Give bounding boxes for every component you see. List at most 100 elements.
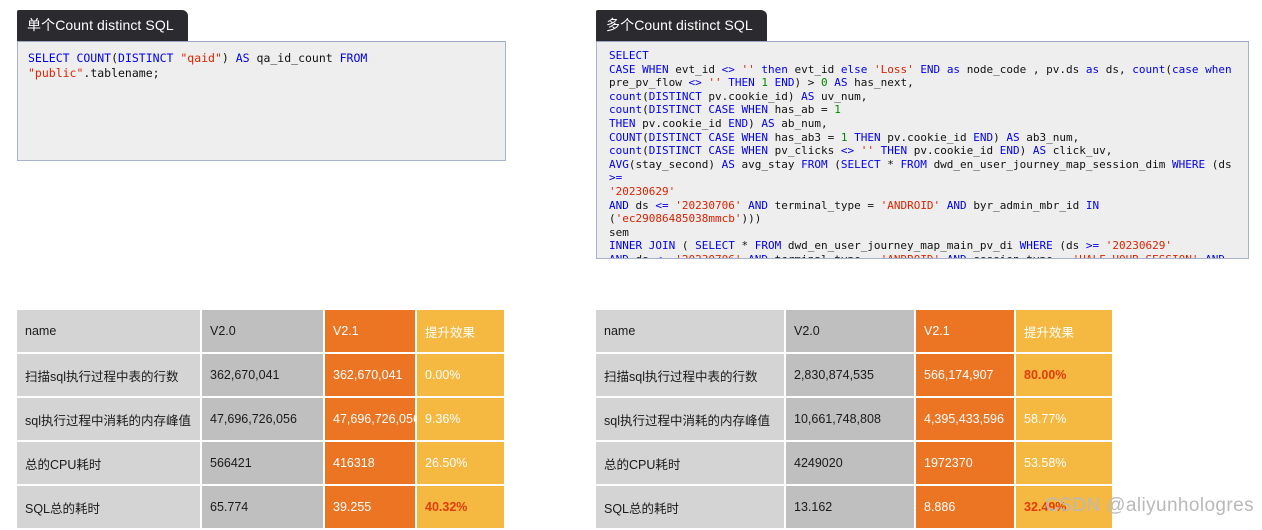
table-row: 扫描sql执行过程中表的行数 362,670,041 362,670,041 0.00… [17,354,504,396]
sql-panel-single-tab: 单个Count distinct SQL [17,10,188,41]
code-token: ds [635,198,656,212]
code-token: dwd_en_user_journey_map_main_pv_di [787,239,1020,253]
table-header-row: name V2.0 V2.1 提升效果 [17,310,504,352]
code-token: 1 [834,103,841,117]
table-row: sql执行过程中消耗的内存峰值 47,696,726,056 47,696,726,… [17,398,504,440]
code-token: ( [111,51,119,65]
sql-panel-single: 单个Count distinct SQL SELECT COUNT(DISTIN… [17,10,506,161]
code-token: terminal_type = [775,253,881,258]
code-token: >= [1085,239,1106,253]
code-token: * [887,157,901,171]
code-token: WHERE [1019,239,1060,253]
sql-panel-multi-tab: 多个Count distinct SQL [596,10,767,41]
code-token: '' [741,62,762,76]
code-token: ab3_num, [1026,130,1080,144]
code-token: then [761,62,795,76]
code-token: ))) [741,212,762,226]
cell-v21: 362,670,041 [325,354,417,396]
cell-name: SQL总的耗时 [17,486,202,528]
code-token: 1 [761,76,775,90]
code-token: ( [642,89,649,103]
code-token: AND [609,253,636,258]
perf-table-single-head: name V2.0 V2.1 提升效果 [17,310,504,352]
code-token: DISTINCT [118,51,181,65]
code-token: ) [993,130,1007,144]
code-token: pv_clicks [774,144,841,158]
code-token: byr_admin_mbr_id [973,198,1086,212]
cell-gain: 80.00% [1016,354,1112,396]
column-header-v20: V2.0 [202,310,325,352]
cell-v20: 566421 [202,442,325,484]
code-token: node_code , pv.ds [966,62,1086,76]
code-token: DISTINCT [648,89,709,103]
table-row: 总的CPU耗时 566421 416318 26.50% [17,442,504,484]
code-token: '20230706' [675,253,748,258]
cell-v21: 566,174,907 [916,354,1016,396]
perf-table-multi: name V2.0 V2.1 提升效果 扫描sql执行过程中表的行数 2,830,874… [596,308,1112,530]
code-token: 'HALF_HOUR_SESSION' [1073,253,1205,258]
code-token: <> [840,144,861,158]
code-token: sem [609,225,629,239]
code-token: AS [801,89,821,103]
cell-name: 总的CPU耗时 [17,442,202,484]
code-token: ) [221,51,236,65]
cell-v20: 13.162 [786,486,916,528]
code-token: as [1085,62,1106,76]
cell-gain: 32.49% [1016,486,1112,528]
code-token: count [609,89,643,103]
code-token: count [609,144,643,158]
code-token: * [741,239,755,253]
code-token: THEN [609,116,643,130]
table-row: sql执行过程中消耗的内存峰值 10,661,748,808 4,395,433,5… [596,398,1112,440]
code-token: SELECT [840,157,888,171]
code-token: 1 [840,130,855,144]
cell-gain: 9.36% [417,398,504,440]
cell-v20: 2,830,874,535 [786,354,916,396]
code-token: avg_stay [741,157,802,171]
code-token: "public" [28,66,84,80]
cell-v21: 4,395,433,596 [916,398,1016,440]
sql-code-single[interactable]: SELECT COUNT(DISTINCT "qaid") AS qa_id_c… [17,41,506,161]
cell-name: 总的CPU耗时 [596,442,786,484]
code-token: ( [642,103,649,117]
code-token: count [609,103,643,117]
code-token: terminal_type = [774,198,881,212]
cell-v20: 47,696,726,056 [202,398,325,440]
code-token: DISTINCT CASE WHEN [648,103,775,117]
table-row: 总的CPU耗时 4249020 1972370 53.58% [596,442,1112,484]
table-row: SQL总的耗时 13.162 8.886 32.49% [596,486,1112,528]
code-token: WHERE [1171,157,1212,171]
code-token: <= [655,253,675,258]
code-token: '' [860,144,881,158]
code-token: 'ec29086485038mmcb' [615,212,742,226]
perf-table-single: name V2.0 V2.1 提升效果 扫描sql执行过程中表的行数 362,670,0… [17,308,504,530]
code-token: '20230629' [1105,239,1172,253]
code-token: uv_num, [820,89,868,103]
cell-gain: 0.00% [417,354,504,396]
cell-name: sql执行过程中消耗的内存峰值 [596,398,786,440]
code-token: ) [1019,144,1033,158]
cell-v21: 47,696,726,056 [325,398,417,440]
sql-code-multi[interactable]: SELECT CASE WHEN evt_id <> '' then evt_i… [596,41,1249,259]
code-token: AND [748,198,775,212]
code-token: ( [834,157,841,171]
code-token: qa_id_count [256,51,340,65]
code-token: ds, [1105,62,1133,76]
code-token: THEN [728,76,762,90]
code-token: END [973,130,994,144]
code-token: END [920,62,947,76]
cell-name: 扫描sql执行过程中表的行数 [17,354,202,396]
code-token: AND [748,253,775,258]
cell-v21: 416318 [325,442,417,484]
code-token: AND [946,198,974,212]
code-token: INNER JOIN [609,239,682,253]
code-token: AS [1006,130,1027,144]
perf-table-multi-body: 扫描sql执行过程中表的行数 2,830,874,535 566,174,907 80… [596,354,1112,528]
column-header-name: name [17,310,202,352]
code-token: 'Loss' [873,62,921,76]
cell-gain: 53.58% [1016,442,1112,484]
code-token: COUNT [609,130,643,144]
code-token: "qaid" [180,51,222,65]
code-token: DISTINCT CASE WHEN [648,144,775,158]
code-token: case when [1172,62,1232,76]
